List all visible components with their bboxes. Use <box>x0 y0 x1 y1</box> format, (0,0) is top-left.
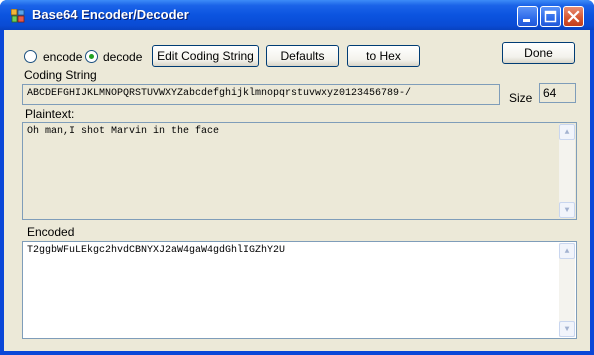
done-button[interactable]: Done <box>502 42 575 64</box>
decode-radio[interactable] <box>85 50 98 63</box>
maximize-button[interactable] <box>540 6 561 27</box>
close-icon <box>567 10 580 23</box>
plaintext-area[interactable]: Oh man,I shot Marvin in the face ▲ ▼ <box>22 122 577 220</box>
scroll-up-arrow-icon: ▲ <box>564 246 570 256</box>
close-button[interactable] <box>563 6 584 27</box>
size-field[interactable]: 64 <box>539 83 576 103</box>
to-hex-button[interactable]: to Hex <box>347 45 420 67</box>
scroll-up-button[interactable]: ▲ <box>559 243 575 259</box>
encoded-value: T2ggbWFuLEkgc2hvdCBNYXJ2aW4gaW4gdGhlIGZh… <box>27 245 286 256</box>
decode-radio-label[interactable]: decode <box>103 50 142 64</box>
encode-radio[interactable] <box>24 50 37 63</box>
minimize-button[interactable] <box>517 6 538 27</box>
minimize-icon <box>523 19 530 22</box>
app-icon <box>11 9 25 23</box>
encoded-scrollbar[interactable]: ▲ ▼ <box>559 243 575 337</box>
client-area: encode decode Edit Coding String Default… <box>4 30 590 351</box>
scroll-up-button[interactable]: ▲ <box>559 124 575 140</box>
edit-coding-string-button[interactable]: Edit Coding String <box>152 45 259 67</box>
scroll-down-button[interactable]: ▼ <box>559 321 575 337</box>
coding-string-field[interactable]: ABCDEFGHIJKLMNOPQRSTUVWXYZabcdefghijklmn… <box>22 84 500 105</box>
window-title: Base64 Encoder/Decoder <box>32 7 189 22</box>
scroll-down-button[interactable]: ▼ <box>559 202 575 218</box>
plaintext-value: Oh man,I shot Marvin in the face <box>27 126 220 137</box>
encode-radio-label[interactable]: encode <box>43 50 82 64</box>
scroll-down-arrow-icon: ▼ <box>564 205 570 215</box>
encoded-label: Encoded <box>27 225 75 239</box>
defaults-button[interactable]: Defaults <box>266 45 339 67</box>
maximize-icon <box>544 10 557 23</box>
plaintext-label: Plaintext: <box>25 107 75 121</box>
radio-selected-dot <box>89 54 94 59</box>
plaintext-scrollbar[interactable]: ▲ ▼ <box>559 124 575 218</box>
scroll-up-arrow-icon: ▲ <box>564 127 570 137</box>
size-label: Size <box>509 91 533 105</box>
title-bar[interactable]: Base64 Encoder/Decoder <box>0 0 594 30</box>
scroll-down-arrow-icon: ▼ <box>564 324 570 334</box>
encoded-area[interactable]: T2ggbWFuLEkgc2hvdCBNYXJ2aW4gaW4gdGhlIGZh… <box>22 241 577 339</box>
app-window: Base64 Encoder/Decoder encode decode Edi… <box>0 0 594 355</box>
coding-string-label: Coding String <box>24 68 97 82</box>
